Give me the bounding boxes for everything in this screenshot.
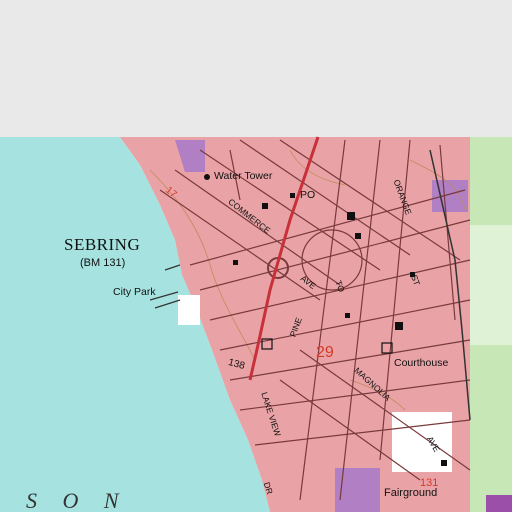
nodata-area	[0, 0, 512, 137]
city-park-label: City Park	[113, 286, 156, 298]
courthouse-label: Courthouse	[394, 357, 449, 369]
water-body-label: S O N	[26, 488, 129, 512]
purple-block-corner	[486, 495, 512, 512]
purple-block-south	[335, 468, 380, 512]
green-area-patch	[470, 225, 512, 345]
white-patch-park	[178, 295, 200, 325]
benchmark-label: (BM 131)	[80, 257, 126, 269]
map-canvas	[0, 0, 512, 512]
section-131-label: 131	[420, 477, 439, 489]
topographic-map[interactable]: Water Tower PO SEBRING (BM 131) City Par…	[0, 0, 512, 512]
town-label: SEBRING	[64, 235, 141, 254]
dr-label-lake-view: DR	[261, 480, 276, 496]
route-29-label: 29	[316, 344, 334, 361]
water-tower-label: Water Tower	[214, 170, 273, 182]
post-office-label: PO	[300, 189, 316, 201]
fairground-label: Fairground	[384, 487, 438, 499]
